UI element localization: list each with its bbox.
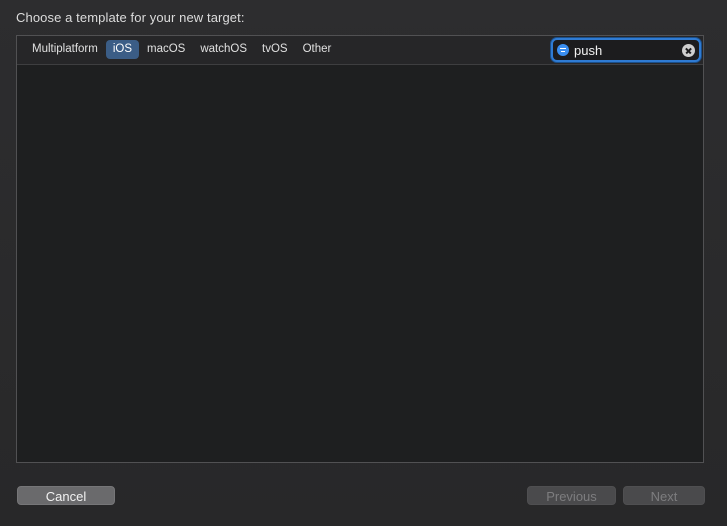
clear-icon[interactable]	[682, 44, 695, 57]
filter-icon[interactable]	[557, 44, 569, 56]
previous-button[interactable]: Previous	[527, 486, 616, 505]
cancel-button[interactable]: Cancel	[17, 486, 115, 505]
tab-multiplatform[interactable]: Multiplatform	[25, 40, 105, 59]
platform-tabs: Multiplatform iOS macOS watchOS tvOS Oth…	[25, 40, 339, 59]
tab-macos[interactable]: macOS	[140, 40, 192, 59]
template-list-area	[17, 65, 703, 462]
filter-search-field[interactable]	[551, 38, 701, 62]
template-panel: Multiplatform iOS macOS watchOS tvOS Oth…	[16, 35, 704, 463]
tab-ios[interactable]: iOS	[105, 40, 139, 59]
tab-other[interactable]: Other	[296, 40, 339, 59]
search-input[interactable]	[574, 41, 674, 59]
template-chooser-sheet: Choose a template for your new target: M…	[0, 0, 727, 526]
platform-tab-bar: Multiplatform iOS macOS watchOS tvOS Oth…	[17, 36, 703, 65]
dialog-heading: Choose a template for your new target:	[16, 10, 245, 25]
next-button[interactable]: Next	[623, 486, 705, 505]
tab-watchos[interactable]: watchOS	[193, 40, 254, 59]
tab-tvos[interactable]: tvOS	[255, 40, 295, 59]
